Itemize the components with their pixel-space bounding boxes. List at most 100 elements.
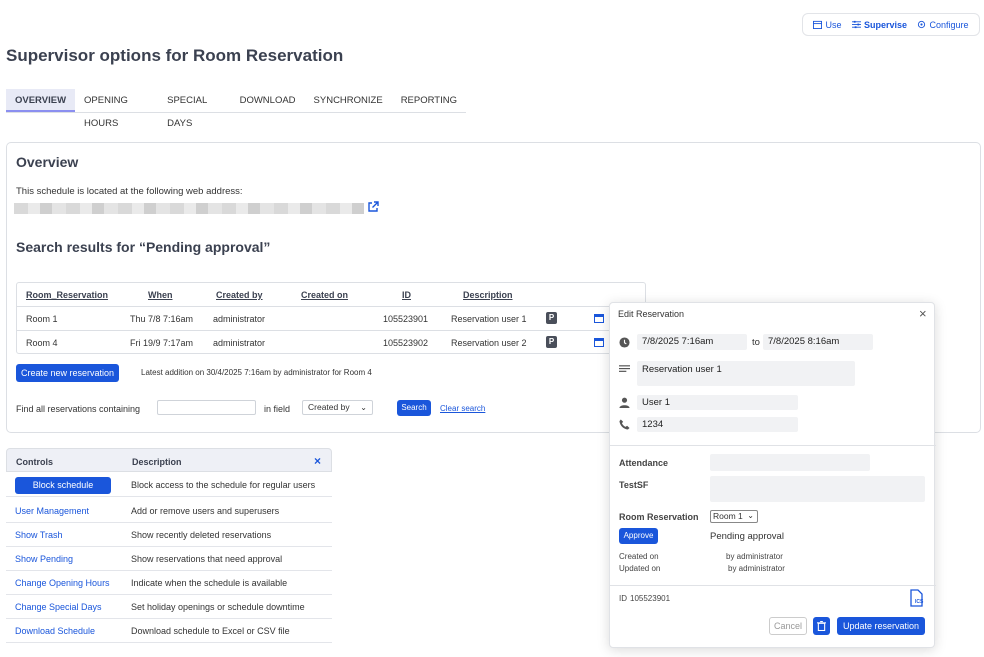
tab-reporting[interactable]: REPORTING (392, 89, 466, 112)
mode-switch: Use Supervise Configure (802, 13, 980, 36)
schedule-url-redacted[interactable] (14, 203, 364, 214)
row2-room[interactable]: Room 4 (26, 338, 58, 348)
find-label: Find all reservations containing (16, 404, 141, 414)
pending-badge: P (546, 312, 557, 324)
col-description[interactable]: Description (463, 290, 513, 300)
configure-mode-label: Configure (929, 19, 969, 30)
row1-when: Thu 7/8 7:16am (130, 314, 194, 324)
page-title: Supervisor options for Room Reservation (6, 46, 344, 65)
delete-button[interactable] (813, 617, 830, 635)
control-description: Block access to the schedule for regular… (131, 480, 316, 490)
id-label: ID (619, 594, 627, 603)
room-reservation-label: Room Reservation (619, 512, 699, 522)
control-row: Block schedule Block access to the sched… (6, 473, 332, 497)
description-textarea[interactable]: Reservation user 1 (637, 361, 855, 386)
created-on-label: Created on (619, 552, 659, 561)
block-schedule-button[interactable]: Block schedule (15, 477, 111, 494)
updated-on-label: Updated on (619, 564, 661, 573)
col-created-by[interactable]: Created by (216, 290, 263, 300)
end-datetime-input[interactable]: 7/8/2025 8:16am (763, 334, 873, 350)
show-pending-link[interactable]: Show Pending (15, 554, 73, 564)
ics-download-icon[interactable]: ICS (909, 589, 925, 607)
calendar-icon[interactable] (594, 337, 604, 347)
field-select[interactable]: Created by ⌄ (302, 400, 373, 415)
search-input[interactable] (157, 400, 256, 415)
start-datetime-input[interactable]: 7/8/2025 7:16am (637, 334, 747, 350)
user-input[interactable]: User 1 (637, 395, 798, 410)
change-special-days-link[interactable]: Change Special Days (15, 602, 102, 612)
row1-description: Reservation user 1 (451, 314, 527, 324)
configure-mode[interactable]: Configure (917, 20, 968, 30)
gear-icon (918, 20, 926, 29)
search-results-title: Search results for “Pending approval” (16, 239, 271, 255)
row2-when: Fri 19/9 7:17am (130, 338, 194, 348)
use-mode[interactable]: Use (813, 20, 841, 30)
id-value: 105523901 (630, 594, 671, 603)
user-management-link[interactable]: User Management (15, 506, 89, 516)
cancel-button[interactable]: Cancel (769, 617, 807, 635)
chevron-down-icon: ⌄ (360, 403, 367, 412)
row1-created-by: administrator (213, 314, 266, 324)
control-row: Show Pending Show reservations that need… (6, 547, 332, 571)
row1-room[interactable]: Room 1 (26, 314, 58, 324)
testsf-textarea[interactable] (710, 476, 925, 502)
clear-search-link[interactable]: Clear search (440, 404, 485, 413)
attendance-label: Attendance (619, 458, 669, 468)
field-select-value: Created by (308, 402, 350, 412)
in-field-label: in field (264, 404, 291, 414)
phone-input[interactable]: 1234 (637, 417, 798, 432)
user-icon (619, 397, 630, 408)
control-description: Indicate when the schedule is available (131, 578, 288, 588)
change-opening-hours-link[interactable]: Change Opening Hours (15, 578, 110, 588)
show-trash-link[interactable]: Show Trash (15, 530, 63, 540)
overview-title: Overview (16, 154, 79, 170)
sliders-icon (851, 20, 861, 29)
calendar-icon[interactable] (594, 313, 604, 323)
approve-button[interactable]: Approve (619, 528, 658, 544)
control-row: Change Opening Hours Indicate when the s… (6, 571, 332, 595)
tab-special-days[interactable]: SPECIAL DAYS (158, 89, 230, 129)
control-description: Add or remove users and superusers (131, 506, 280, 516)
use-mode-label: Use (825, 19, 842, 30)
row1-id: 105523901 (383, 314, 429, 324)
col-created-on[interactable]: Created on (301, 290, 348, 300)
col-when[interactable]: When (148, 290, 173, 300)
control-description: Show reservations that need approval (131, 554, 283, 564)
controls-table: Controls Description × Block schedule Bl… (6, 448, 332, 644)
tab-opening-hours[interactable]: OPENING HOURS (75, 89, 158, 129)
calendar-icon (813, 20, 823, 29)
description-header-label: Description (132, 457, 182, 467)
controls-header-label: Controls (16, 457, 53, 467)
close-icon[interactable]: × (919, 306, 927, 321)
supervise-mode[interactable]: Supervise (851, 20, 907, 30)
col-room[interactable]: Room_Reservation (26, 290, 108, 300)
to-label: to (752, 337, 760, 348)
created-by-text: by administrator (726, 552, 783, 561)
testsf-label: TestSF (619, 480, 649, 490)
create-reservation-button[interactable]: Create new reservation (16, 364, 119, 382)
control-description: Show recently deleted reservations (131, 530, 272, 540)
attendance-input[interactable] (710, 454, 870, 471)
divider (610, 445, 936, 446)
latest-addition-text: Latest addition on 30/4/2025 7:16am by a… (141, 368, 372, 377)
control-row: Show Trash Show recently deleted reserva… (6, 523, 332, 547)
description-icon (619, 365, 630, 372)
updated-by-text: by administrator (728, 564, 785, 573)
controls-header: Controls Description × (6, 448, 332, 472)
tab-synchronize[interactable]: SYNCHRONIZE (305, 89, 392, 112)
external-link-icon[interactable] (367, 201, 379, 213)
edit-reservation-dialog: Edit Reservation × 7/8/2025 7:16am to 7/… (609, 302, 936, 648)
col-id[interactable]: ID (402, 290, 411, 300)
control-row: Download Schedule Download schedule to E… (6, 619, 332, 643)
tab-overview[interactable]: OVERVIEW (6, 89, 76, 112)
tab-download[interactable]: DOWNLOAD (231, 89, 305, 112)
close-icon[interactable]: × (314, 454, 321, 468)
dialog-title: Edit Reservation (618, 309, 685, 319)
search-button[interactable]: Search (397, 400, 431, 416)
ics-label: ICS (915, 599, 924, 605)
download-schedule-link[interactable]: Download Schedule (15, 626, 95, 636)
overview-subtitle: This schedule is located at the followin… (16, 186, 243, 197)
room-select[interactable]: Room 1 ⌄ (710, 510, 758, 523)
update-reservation-button[interactable]: Update reservation (837, 617, 925, 635)
status-text: Pending approval (710, 531, 784, 542)
